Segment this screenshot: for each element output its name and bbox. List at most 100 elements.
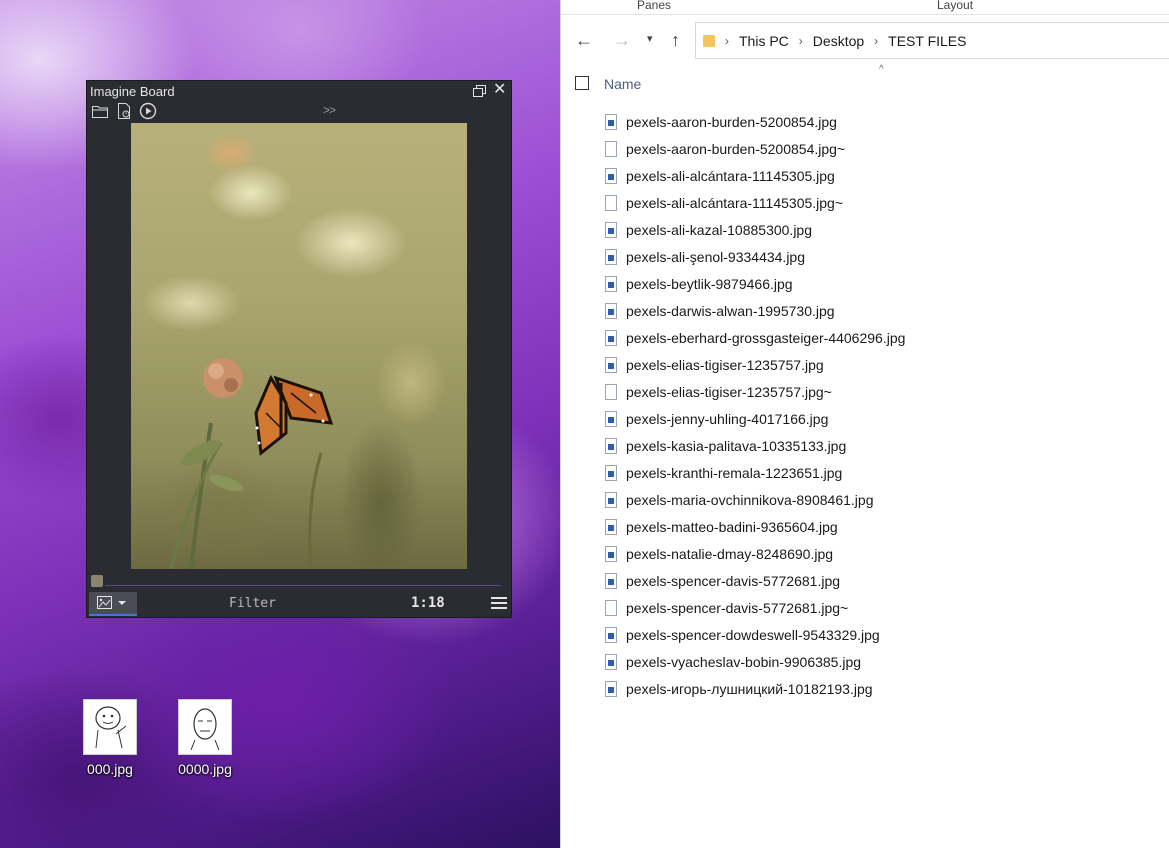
desktop-icon-000[interactable]: 000.jpg bbox=[75, 699, 145, 777]
breadcrumb-desktop[interactable]: Desktop bbox=[813, 33, 864, 49]
file-name: pexels-darwis-alwan-1995730.jpg bbox=[626, 302, 835, 319]
file-name: pexels-vyacheslav-bobin-9906385.jpg bbox=[626, 653, 862, 670]
bottom-bar: Filter 1:18 bbox=[87, 589, 511, 619]
ribbon-group-labels: Panes Layout bbox=[561, 0, 1169, 15]
file-row[interactable]: pexels-spencer-dowdeswell-9543329.jpg bbox=[605, 621, 1165, 648]
file-name: pexels-kranthi-remala-1223651.jpg bbox=[626, 464, 843, 481]
image-viewer[interactable] bbox=[131, 123, 467, 569]
slideshow-play-icon[interactable] bbox=[139, 102, 157, 120]
image-file-icon bbox=[605, 572, 617, 589]
file-row[interactable]: pexels-eberhard-grossgasteiger-4406296.j… bbox=[605, 324, 1165, 351]
desktop-icon-label: 000.jpg bbox=[87, 761, 133, 777]
file-row[interactable]: pexels-игорь-лушницкий-10182193.jpg bbox=[605, 675, 1165, 702]
file-name: pexels-spencer-davis-5772681.jpg bbox=[626, 572, 841, 589]
file-row[interactable]: pexels-aaron-burden-5200854.jpg bbox=[605, 108, 1165, 135]
file-row[interactable]: pexels-kasia-palitava-10335133.jpg bbox=[605, 432, 1165, 459]
file-name: pexels-natalie-dmay-8248690.jpg bbox=[626, 545, 834, 562]
forward-arrow-icon[interactable]: → bbox=[613, 30, 631, 51]
timeline-scrubber[interactable] bbox=[91, 575, 503, 589]
image-file-icon bbox=[605, 221, 617, 238]
file-row[interactable]: pexels-ali-şenol-9334434.jpg bbox=[605, 243, 1165, 270]
filter-input[interactable]: Filter bbox=[229, 596, 276, 611]
file-name: pexels-eberhard-grossgasteiger-4406296.j… bbox=[626, 329, 906, 346]
desktop-icon-label: 0000.jpg bbox=[178, 761, 232, 777]
image-file-icon bbox=[605, 653, 617, 670]
desktop-icon-0000[interactable]: 0000.jpg bbox=[170, 699, 240, 777]
column-header: Name ^ bbox=[561, 64, 1169, 100]
blank-file-icon bbox=[605, 383, 617, 400]
recent-locations-chevron-icon[interactable]: ▾ bbox=[647, 32, 653, 45]
blank-file-icon bbox=[605, 599, 617, 616]
image-file-icon bbox=[605, 113, 617, 130]
file-row[interactable]: pexels-spencer-davis-5772681.jpg bbox=[605, 567, 1165, 594]
file-name: pexels-elias-tigiser-1235757.jpg bbox=[626, 356, 824, 373]
meme-thumbnail bbox=[178, 699, 232, 755]
image-file-icon bbox=[605, 356, 617, 373]
image-file-icon bbox=[605, 491, 617, 508]
butterfly-photo bbox=[169, 358, 334, 569]
file-name: pexels-aaron-burden-5200854.jpg bbox=[626, 113, 837, 130]
file-row[interactable]: pexels-vyacheslav-bobin-9906385.jpg bbox=[605, 648, 1165, 675]
breadcrumb-chevron-icon: › bbox=[874, 33, 879, 48]
file-row[interactable]: pexels-aaron-burden-5200854.jpg~ bbox=[605, 135, 1165, 162]
image-file-icon bbox=[605, 302, 617, 319]
up-arrow-icon[interactable]: ↑ bbox=[671, 30, 680, 51]
file-list: pexels-aaron-burden-5200854.jpg pexels-aa… bbox=[605, 108, 1165, 702]
file-name: pexels-maria-ovchinnikova-8908461.jpg bbox=[626, 491, 874, 508]
media-type-dropdown[interactable] bbox=[89, 592, 137, 616]
open-file-icon[interactable] bbox=[115, 102, 133, 120]
image-file-icon bbox=[605, 437, 617, 454]
image-file-icon bbox=[605, 680, 617, 697]
file-row[interactable]: pexels-maria-ovchinnikova-8908461.jpg bbox=[605, 486, 1165, 513]
back-arrow-icon[interactable]: ← bbox=[575, 30, 593, 51]
file-name: pexels-elias-tigiser-1235757.jpg~ bbox=[626, 383, 832, 400]
file-name: pexels-ali-alcántara-11145305.jpg bbox=[626, 167, 835, 184]
file-row[interactable]: pexels-jenny-uhling-4017166.jpg bbox=[605, 405, 1165, 432]
file-row[interactable]: pexels-elias-tigiser-1235757.jpg~ bbox=[605, 378, 1165, 405]
toolbar bbox=[91, 102, 157, 120]
file-name: pexels-игорь-лушницкий-10182193.jpg bbox=[626, 680, 873, 697]
file-row[interactable]: pexels-natalie-dmay-8248690.jpg bbox=[605, 540, 1165, 567]
file-name: pexels-ali-alcántara-11145305.jpg~ bbox=[626, 194, 844, 211]
address-bar[interactable]: › This PC › Desktop › TEST FILES bbox=[695, 22, 1169, 59]
image-file-icon bbox=[605, 275, 617, 292]
meme-thumbnail bbox=[83, 699, 137, 755]
file-name: pexels-aaron-burden-5200854.jpg~ bbox=[626, 140, 846, 157]
expand-toolbar-button[interactable]: >> bbox=[323, 103, 336, 117]
image-file-icon bbox=[605, 248, 617, 265]
sort-ascending-icon: ^ bbox=[879, 64, 884, 75]
file-row[interactable]: pexels-darwis-alwan-1995730.jpg bbox=[605, 297, 1165, 324]
file-row[interactable]: pexels-beytlik-9879466.jpg bbox=[605, 270, 1165, 297]
open-folder-icon[interactable] bbox=[91, 102, 109, 120]
image-file-icon bbox=[605, 464, 617, 481]
file-row[interactable]: pexels-ali-alcántara-11145305.jpg~ bbox=[605, 189, 1165, 216]
file-row[interactable]: pexels-kranthi-remala-1223651.jpg bbox=[605, 459, 1165, 486]
file-name: pexels-kasia-palitava-10335133.jpg bbox=[626, 437, 847, 454]
file-name: pexels-beytlik-9879466.jpg bbox=[626, 275, 793, 292]
file-row[interactable]: pexels-matteo-badini-9365604.jpg bbox=[605, 513, 1165, 540]
name-column-header[interactable]: Name bbox=[604, 76, 641, 92]
breadcrumb-chevron-icon: › bbox=[725, 33, 729, 48]
file-row[interactable]: pexels-elias-tigiser-1235757.jpg bbox=[605, 351, 1165, 378]
breadcrumb-this-pc[interactable]: This PC bbox=[739, 33, 789, 49]
file-name: pexels-ali-kazal-10885300.jpg bbox=[626, 221, 813, 238]
image-file-icon bbox=[605, 410, 617, 427]
restore-icon[interactable] bbox=[472, 84, 488, 98]
image-file-icon bbox=[605, 329, 617, 346]
file-name: pexels-spencer-davis-5772681.jpg~ bbox=[626, 599, 849, 616]
file-name: pexels-ali-şenol-9334434.jpg bbox=[626, 248, 806, 265]
select-all-checkbox[interactable] bbox=[575, 76, 589, 90]
file-row[interactable]: pexels-ali-alcántara-11145305.jpg bbox=[605, 162, 1165, 189]
close-icon[interactable]: ✕ bbox=[493, 82, 506, 98]
zoom-level: 1:18 bbox=[411, 595, 445, 611]
file-row[interactable]: pexels-ali-kazal-10885300.jpg bbox=[605, 216, 1165, 243]
file-explorer-window: Panes Layout ← → ▾ ↑ › This PC › Desktop… bbox=[560, 0, 1169, 848]
breadcrumb-test-files[interactable]: TEST FILES bbox=[888, 33, 966, 49]
scrubber-handle[interactable] bbox=[91, 575, 103, 587]
file-row[interactable]: pexels-spencer-davis-5772681.jpg~ bbox=[605, 594, 1165, 621]
ribbon-panes-label: Panes bbox=[637, 0, 672, 12]
image-file-icon bbox=[605, 626, 617, 643]
breadcrumb-chevron-icon: › bbox=[798, 33, 803, 48]
folder-icon bbox=[703, 34, 715, 47]
hamburger-menu-icon[interactable] bbox=[491, 597, 507, 612]
